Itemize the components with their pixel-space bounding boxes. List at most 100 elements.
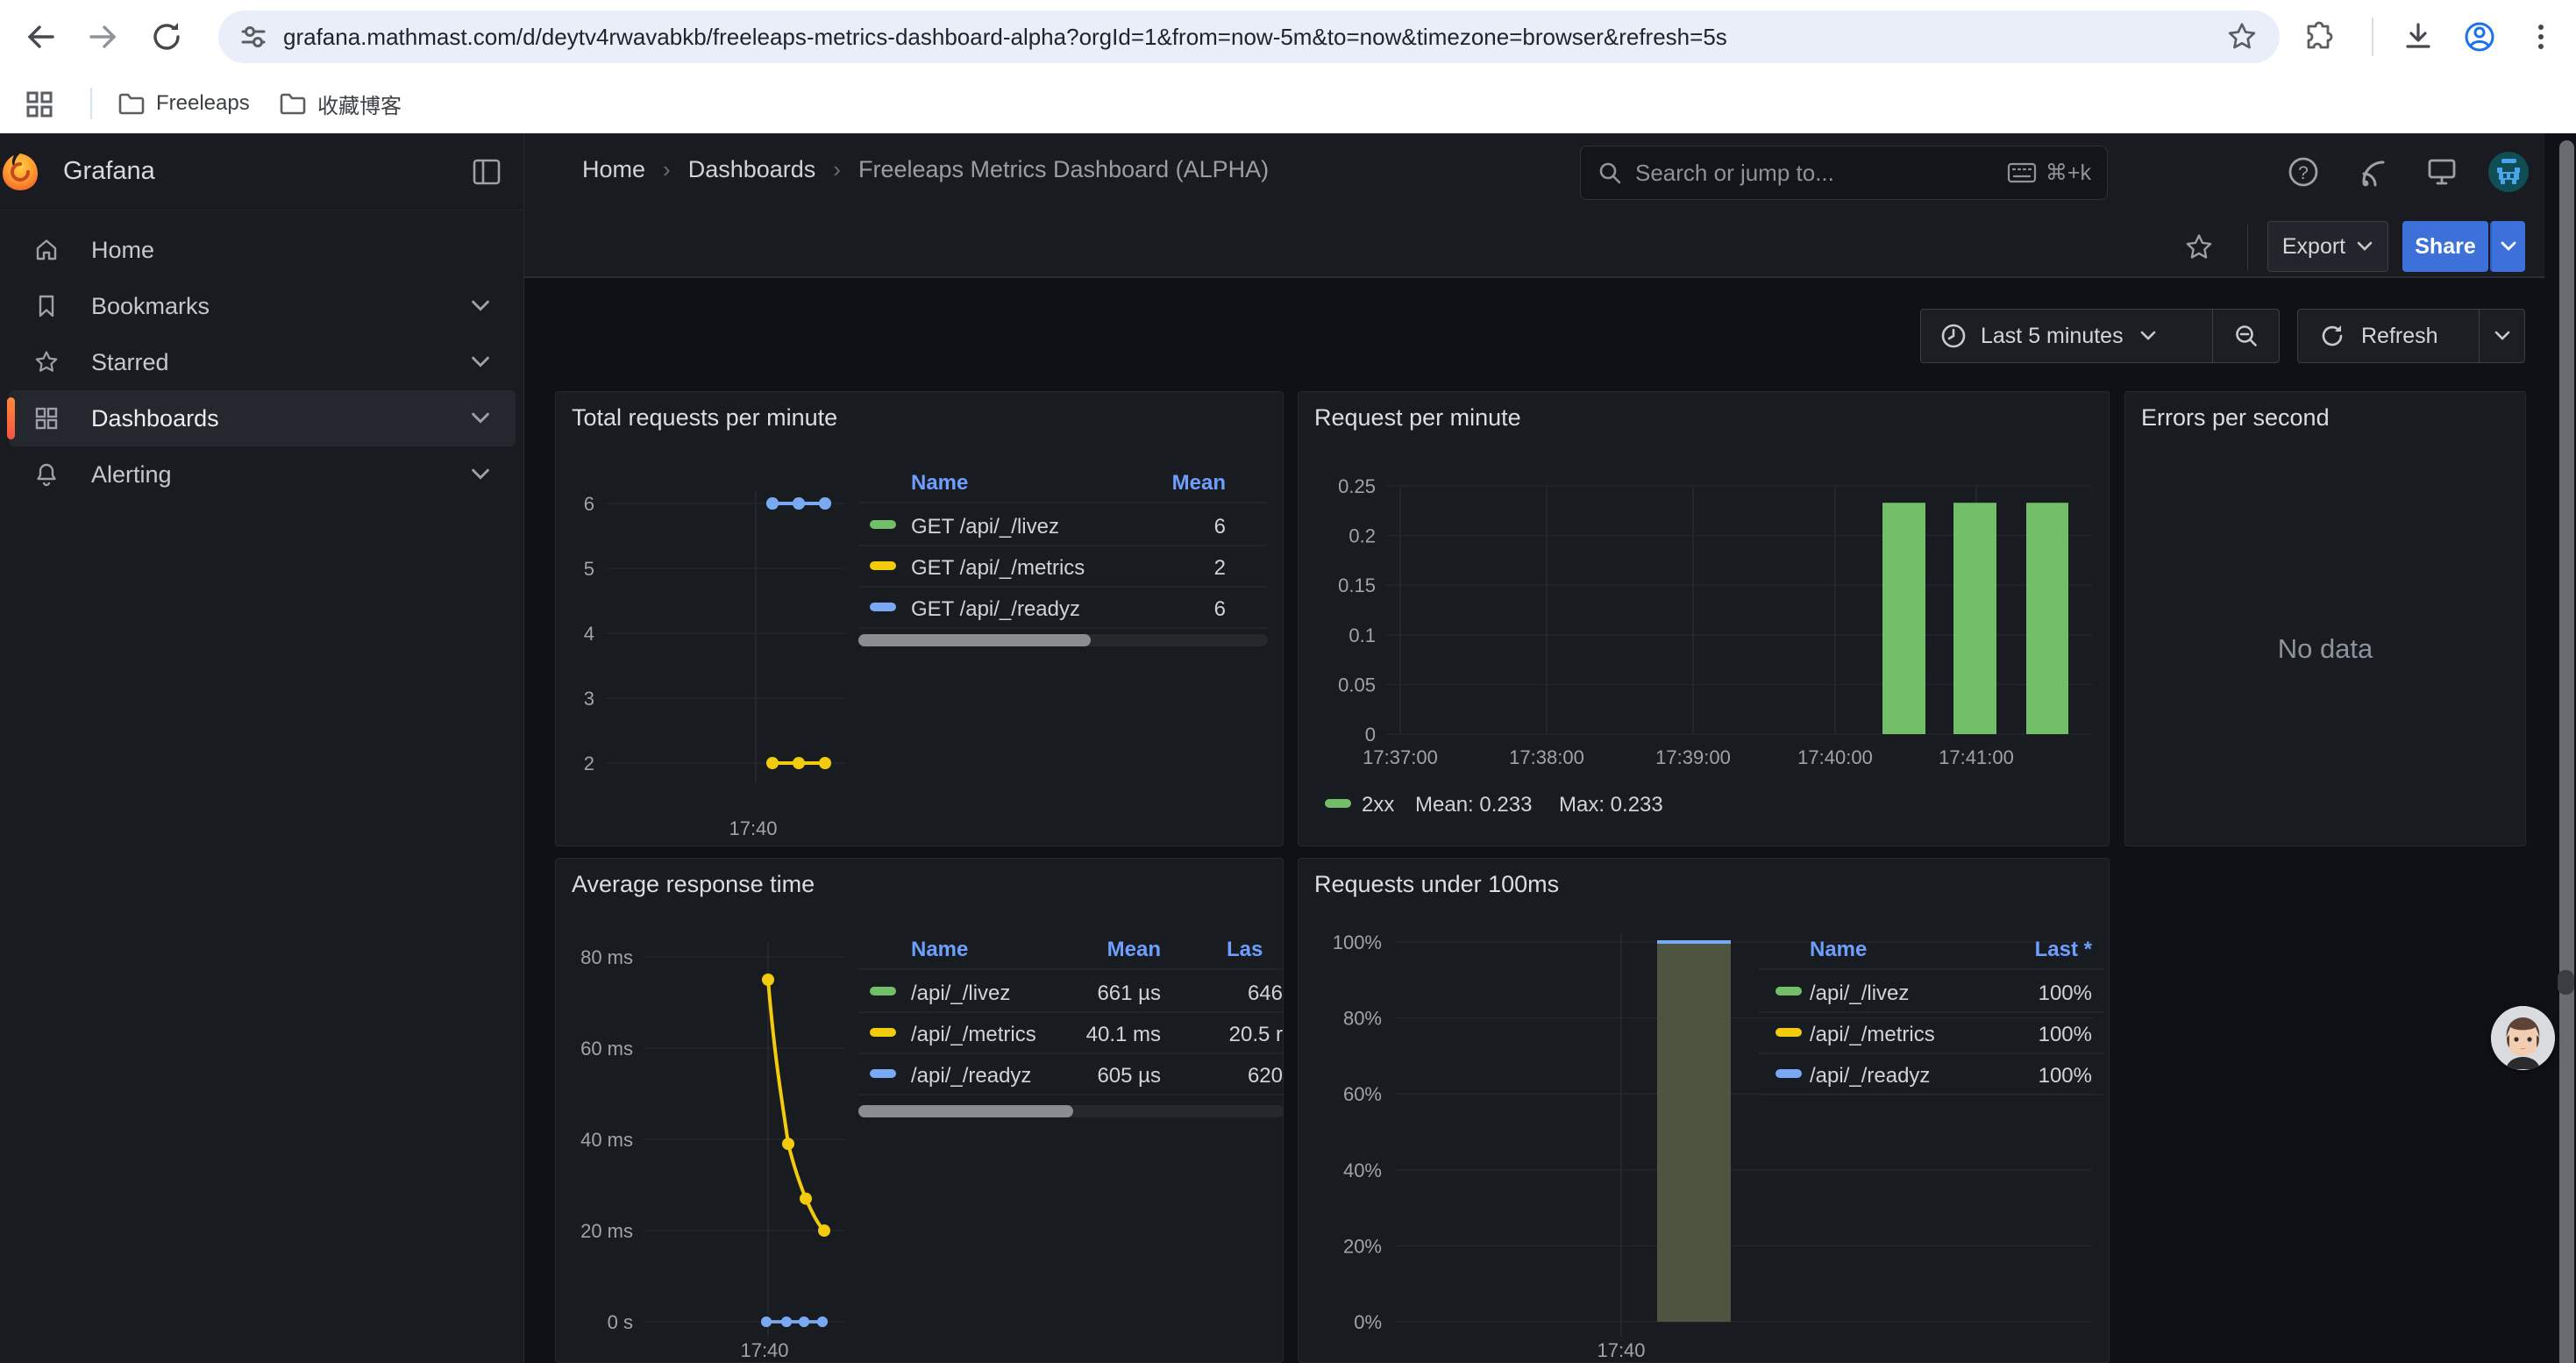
bookmark-icon — [33, 293, 60, 319]
breadcrumb: Home › Dashboards › Freeleaps Metrics Da… — [582, 156, 1269, 183]
bar-chart[interactable]: 0.250.20.150.10.05017:37:0017:38:0017:39… — [1299, 392, 2110, 846]
grafana-app: Grafana Home › Dashboards › Freeleaps Me… — [0, 133, 2576, 1363]
legend-series-name: 2xx — [1362, 793, 1394, 817]
legend-value: 6 — [1214, 597, 1226, 621]
sidebar-item-home[interactable]: Home — [9, 222, 516, 278]
sidebar-item-dashboards[interactable]: Dashboards — [9, 390, 516, 446]
series-color-pill[interactable] — [1775, 1069, 1802, 1078]
time-series-chart[interactable]: 80 ms60 ms40 ms20 ms0 s17:40NameMeanLas/… — [556, 859, 1284, 1363]
share-button[interactable]: Share — [2402, 221, 2488, 272]
legend-value: 20.5 r — [1229, 1023, 1283, 1046]
legend-value: 661 µs — [1097, 981, 1161, 1005]
x-axis-label: 17:40 — [1597, 1339, 1645, 1361]
assistant-avatar[interactable] — [2491, 1006, 2555, 1070]
series-color-pill[interactable] — [870, 603, 896, 611]
panel-request-per-minute[interactable]: Request per minute 0.250.20.150.10.05017… — [1298, 391, 2110, 846]
panel-average-response-time[interactable]: Average response time 80 ms60 ms40 ms20 … — [555, 858, 1284, 1363]
legend-value: 100% — [2039, 981, 2092, 1005]
series-color-pill[interactable] — [870, 987, 896, 995]
panel-errors-per-second[interactable]: Errors per second No data — [2124, 391, 2526, 846]
series-color-pill[interactable] — [870, 561, 896, 570]
time-series-chart[interactable]: 6543217:40NameMeanGET /api/_/livez6GET /… — [556, 392, 1284, 846]
chevron-down-icon[interactable] — [470, 464, 491, 485]
zoom-out-button[interactable] — [2212, 310, 2279, 362]
profile-icon[interactable] — [2462, 19, 2497, 54]
tick-label: 40% — [1343, 1160, 1382, 1181]
site-settings-icon[interactable] — [238, 21, 269, 53]
series-color-pill[interactable] — [1775, 987, 1802, 995]
extensions-icon[interactable] — [2302, 19, 2337, 54]
bar-chart[interactable]: 100%80%60%40%20%0%17:40NameLast */api/_/… — [1299, 859, 2110, 1363]
legend-value: 605 µs — [1097, 1064, 1161, 1088]
legend-header-name: Name — [911, 471, 968, 495]
apps-grid-icon[interactable] — [25, 89, 54, 119]
sidebar-item-starred[interactable]: Starred — [9, 334, 516, 390]
panel-title: Errors per second — [2141, 404, 2330, 432]
series-color-pill[interactable] — [870, 520, 896, 529]
bookmark-label: Freeleaps — [156, 91, 250, 116]
legend-header: Last * — [2035, 938, 2093, 961]
legend-series-name: /api/_/readyz — [911, 1064, 1031, 1088]
sidebar-item-label: Home — [91, 237, 516, 264]
bar-2xx[interactable] — [1953, 503, 1996, 734]
export-button[interactable]: Export — [2267, 221, 2388, 272]
kiosk-monitor-icon[interactable] — [2424, 154, 2459, 189]
favorite-star-icon[interactable] — [2183, 232, 2215, 263]
tick-label: 6 — [584, 493, 594, 515]
tick-label: 5 — [584, 558, 594, 580]
forward-icon[interactable] — [86, 19, 121, 54]
search-input[interactable]: Search or jump to... ⌘+k — [1580, 146, 2108, 200]
breadcrumb-home[interactable]: Home — [582, 156, 645, 183]
grafana-logo[interactable] — [0, 152, 40, 192]
series-color-pill[interactable] — [1775, 1028, 1802, 1037]
bar-2xx[interactable] — [1882, 503, 1925, 734]
url-text[interactable]: grafana.mathmast.com/d/deytv4rwavabkb/fr… — [283, 24, 2225, 51]
collapse-menu-icon[interactable] — [472, 158, 502, 186]
series-color-pill[interactable] — [870, 1069, 896, 1078]
refresh-interval-dropdown[interactable] — [2479, 310, 2524, 362]
series-color-pill[interactable] — [870, 1028, 896, 1037]
panel-title: Request per minute — [1314, 404, 1521, 432]
page-scrollbar[interactable] — [2559, 140, 2574, 1363]
legend-scrollbar[interactable] — [858, 1105, 1073, 1117]
folder-icon — [279, 89, 307, 118]
chevron-down-icon[interactable] — [470, 408, 491, 429]
series-color-pill[interactable] — [1325, 799, 1351, 808]
x-axis-label: 17:41:00 — [1939, 746, 2014, 768]
bar-under-100ms[interactable] — [1657, 942, 1731, 1322]
url-bar[interactable]: grafana.mathmast.com/d/deytv4rwavabkb/fr… — [218, 11, 2280, 63]
help-icon[interactable]: ? — [2286, 154, 2321, 189]
back-icon[interactable] — [23, 19, 58, 54]
panel-total-requests[interactable]: Total requests per minute 6543217:40Name… — [555, 391, 1284, 846]
news-rss-icon[interactable] — [2356, 154, 2391, 189]
x-axis-label: 17:40 — [740, 1339, 788, 1361]
legend-scrollbar[interactable] — [858, 634, 1091, 646]
bookmark-folder-freeleaps[interactable]: Freeleaps — [117, 86, 250, 121]
sidebar-item-bookmarks[interactable]: Bookmarks — [9, 278, 516, 334]
legend-value: 646 — [1248, 981, 1283, 1005]
legend-value: 2 — [1214, 556, 1226, 580]
user-avatar[interactable] — [2487, 150, 2530, 194]
chevron-down-icon[interactable] — [470, 352, 491, 373]
search-shortcut: ⌘+k — [2046, 160, 2091, 186]
sidebar-item-alerting[interactable]: Alerting — [9, 446, 516, 503]
tick-label: 0% — [1354, 1311, 1382, 1333]
bar-2xx[interactable] — [2026, 503, 2068, 734]
reload-icon[interactable] — [149, 19, 184, 54]
panel-requests-under-100ms[interactable]: Requests under 100ms 100%80%60%40%20%0%1… — [1298, 858, 2110, 1363]
chevron-down-icon[interactable] — [470, 296, 491, 317]
menu-kebab-icon[interactable] — [2523, 19, 2558, 54]
chevron-down-icon — [2139, 330, 2157, 342]
sidebar-item-label: Alerting — [91, 461, 470, 489]
download-icon[interactable] — [2401, 19, 2436, 54]
breadcrumb-dashboards[interactable]: Dashboards — [688, 156, 816, 183]
bookmark-folder-blogs[interactable]: 收藏博客 — [279, 86, 402, 121]
bookmark-star-icon[interactable] — [2225, 20, 2259, 54]
refresh-button[interactable]: Refresh — [2297, 309, 2525, 363]
svg-text:?: ? — [2298, 163, 2309, 183]
time-range-picker[interactable]: Last 5 minutes — [1920, 309, 2280, 363]
legend-header-name: Name — [911, 938, 968, 961]
tick-label: 20 ms — [580, 1220, 633, 1242]
legend-series-name: GET /api/_/metrics — [911, 556, 1085, 580]
share-dropdown-button[interactable] — [2490, 221, 2525, 272]
